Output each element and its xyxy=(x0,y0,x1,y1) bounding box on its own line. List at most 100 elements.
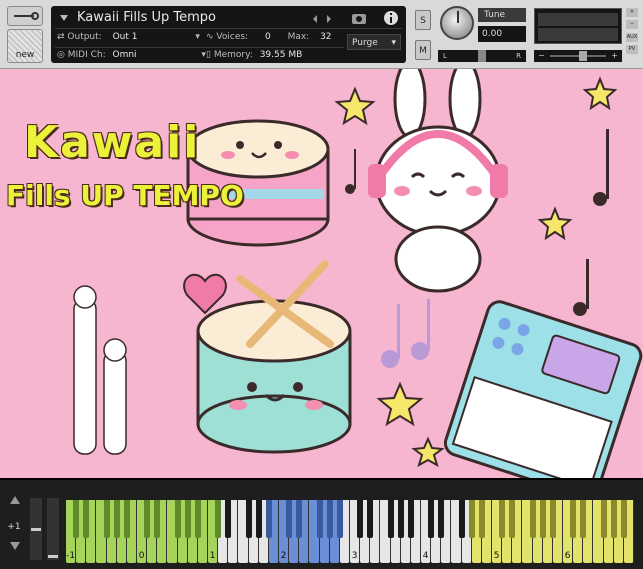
voices-label: Voices: xyxy=(216,32,249,42)
memory-icon: ▯ xyxy=(206,50,214,60)
octave-down-icon[interactable] xyxy=(10,542,20,550)
new-button[interactable]: new xyxy=(7,29,43,63)
output-dropdown-icon: ▾ xyxy=(195,32,200,42)
output-icon: ⇄ xyxy=(57,32,68,42)
max-label: Max: xyxy=(287,32,310,42)
black-key[interactable] xyxy=(509,500,516,538)
black-key[interactable] xyxy=(387,500,394,538)
minus-icon: − xyxy=(538,51,545,60)
octave-label: 1 xyxy=(209,551,216,561)
tune-value[interactable]: 0.00 xyxy=(478,26,526,42)
camera-icon[interactable] xyxy=(351,11,367,25)
black-key[interactable] xyxy=(539,500,546,538)
octave-label: 5 xyxy=(493,551,500,561)
black-key[interactable] xyxy=(296,500,303,538)
octave-label: 6 xyxy=(564,551,571,561)
piano-keyboard[interactable]: -1 0 1 2 3 4 5 6 xyxy=(66,500,634,563)
mute-button[interactable]: M xyxy=(415,40,431,60)
black-key[interactable] xyxy=(529,500,536,538)
black-key[interactable] xyxy=(316,500,323,538)
artwork-title: Kawaii xyxy=(24,117,201,168)
cat-icon xyxy=(73,285,127,455)
black-key[interactable] xyxy=(610,500,617,538)
black-key[interactable] xyxy=(326,500,333,538)
black-key[interactable] xyxy=(620,500,627,538)
volume-slider[interactable]: − + xyxy=(534,50,622,62)
midi-value: Omni xyxy=(112,50,137,60)
level-meter xyxy=(534,8,622,44)
black-key[interactable] xyxy=(499,500,506,538)
wrench-icon[interactable] xyxy=(7,6,43,26)
black-key[interactable] xyxy=(265,500,272,538)
black-key[interactable] xyxy=(428,500,435,538)
octave-up-icon[interactable] xyxy=(10,496,20,504)
heart-icon xyxy=(183,274,227,315)
black-key[interactable] xyxy=(367,500,374,538)
black-key[interactable] xyxy=(407,500,414,538)
black-key[interactable] xyxy=(154,500,161,538)
black-key[interactable] xyxy=(357,500,364,538)
bunny-icon xyxy=(368,69,508,293)
black-key[interactable] xyxy=(123,500,130,538)
info-icon[interactable] xyxy=(383,10,399,26)
black-key[interactable] xyxy=(549,500,556,538)
aux-button[interactable]: AUX xyxy=(626,33,638,42)
instrument-artwork: Kawaii Fills UP TEMPO xyxy=(0,69,643,478)
black-key[interactable] xyxy=(438,500,445,538)
collapse-icon[interactable] xyxy=(59,13,69,23)
pan-handle[interactable] xyxy=(478,50,486,62)
midi-row[interactable]: ◎ MIDI Ch: Omni ▾ xyxy=(57,50,206,60)
mod-wheel[interactable] xyxy=(47,498,59,560)
voices-row: ∿ Voices: 0 Max: 32 xyxy=(206,32,332,42)
black-key[interactable] xyxy=(245,500,252,538)
black-key[interactable] xyxy=(103,500,110,538)
black-key[interactable] xyxy=(174,500,181,538)
black-key[interactable] xyxy=(336,500,343,538)
black-key[interactable] xyxy=(286,500,293,538)
memory-value: 39.55 MB xyxy=(259,50,303,60)
solo-button[interactable]: S xyxy=(415,10,431,30)
synth-keyboard-icon xyxy=(443,300,643,478)
black-key[interactable] xyxy=(215,500,222,538)
black-key[interactable] xyxy=(144,500,151,538)
purge-label: Purge xyxy=(352,38,378,48)
volume-handle[interactable] xyxy=(579,51,587,61)
plus-icon: + xyxy=(611,51,618,60)
pan-slider[interactable]: L R xyxy=(438,50,526,62)
new-label: new xyxy=(15,50,35,60)
black-key[interactable] xyxy=(478,500,485,538)
close-icon[interactable]: ✕ xyxy=(626,8,638,17)
memory-row: ▯ Memory: 39.55 MB xyxy=(206,50,302,60)
black-key[interactable] xyxy=(600,500,607,538)
tune-knob[interactable] xyxy=(440,6,474,40)
black-key[interactable] xyxy=(468,500,475,538)
black-key[interactable] xyxy=(73,500,80,538)
black-key[interactable] xyxy=(580,500,587,538)
purge-dropdown[interactable]: Purge ▾ xyxy=(347,34,401,50)
black-key[interactable] xyxy=(225,500,232,538)
output-label: Output: xyxy=(67,32,102,42)
instrument-title[interactable]: Kawaii Fills Up Tempo xyxy=(77,10,216,25)
pitch-wheel[interactable] xyxy=(30,498,42,560)
prev-next-icon[interactable] xyxy=(311,14,333,24)
black-key[interactable] xyxy=(255,500,262,538)
music-note-icon xyxy=(381,299,430,368)
pv-button[interactable]: PV xyxy=(626,45,638,54)
octave-label: 4 xyxy=(422,551,429,561)
black-key[interactable] xyxy=(570,500,577,538)
midi-label: MIDI Ch: xyxy=(67,50,106,60)
black-key[interactable] xyxy=(194,500,201,538)
octave-label: 0 xyxy=(138,551,145,561)
minimize-icon[interactable]: − xyxy=(626,20,638,29)
octave-label: -1 xyxy=(66,551,76,561)
pan-right-label: R xyxy=(516,52,521,60)
black-key[interactable] xyxy=(113,500,120,538)
black-key[interactable] xyxy=(397,500,404,538)
black-key[interactable] xyxy=(184,500,191,538)
black-key[interactable] xyxy=(83,500,90,538)
black-key[interactable] xyxy=(458,500,465,538)
instrument-info-panel: Kawaii Fills Up Tempo ⇄ Output: Out 1 ▾ … xyxy=(51,6,406,63)
artwork-subtitle: Fills UP TEMPO xyxy=(6,179,244,212)
output-row[interactable]: ⇄ Output: Out 1 ▾ xyxy=(57,32,200,42)
max-voices-value[interactable]: 32 xyxy=(320,32,331,42)
